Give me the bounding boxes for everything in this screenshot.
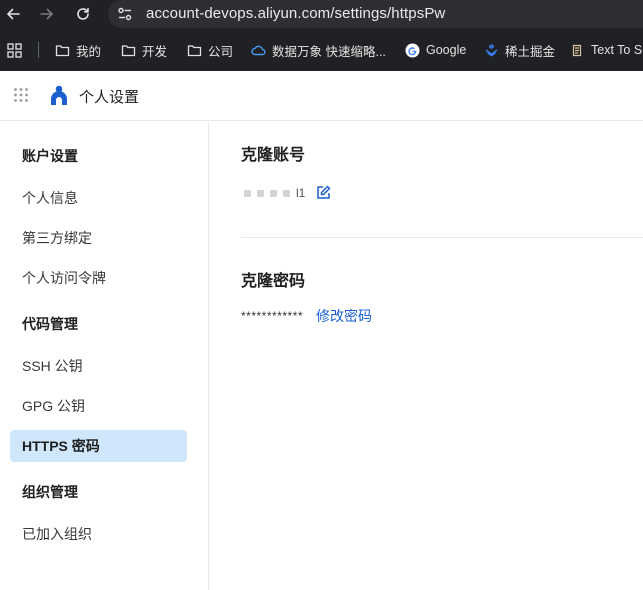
bookmark-label: Text To S (591, 43, 643, 57)
settings-sidebar: 账户设置 个人信息 第三方绑定 个人访问令牌 代码管理 SSH 公钥 GPG 公… (0, 122, 209, 590)
cloud-icon (251, 45, 266, 55)
redacted-char (270, 189, 277, 197)
sidebar-item-profile[interactable]: 个人信息 (10, 182, 187, 214)
bookmark-label: 我的 (76, 44, 102, 59)
redacted-char (244, 189, 251, 197)
sidebar-item-third-party-binding[interactable]: 第三方绑定 (10, 222, 187, 254)
sidebar-item-gpg-keys[interactable]: GPG 公钥 (10, 390, 187, 422)
sidebar-item-https-password[interactable]: HTTPS 密码 (10, 430, 187, 462)
sidebar-item-ssh-keys[interactable]: SSH 公钥 (10, 350, 187, 382)
clone-password-title: 克隆密码 (241, 273, 306, 290)
main-content: 克隆账号 l1 克隆密码 ************ 修改密码 (210, 122, 643, 590)
account-tail-text: l1 (296, 186, 306, 200)
bookmark-item[interactable]: Text To S (570, 38, 642, 62)
folder-icon (55, 44, 70, 56)
google-icon (405, 43, 420, 57)
app-header: 个人设置 (0, 71, 643, 121)
page-title: 个人设置 (79, 89, 140, 106)
bookmark-item[interactable]: 开发 (121, 38, 167, 62)
bookmarks-divider (38, 42, 39, 58)
arrow-right-icon (40, 8, 53, 20)
bookmark-label: 公司 (208, 44, 234, 59)
sidebar-group-organization: 组织管理 (22, 484, 78, 500)
redacted-char (257, 189, 264, 197)
folder-icon (187, 44, 202, 56)
bookmark-item[interactable]: 我的 (55, 38, 101, 62)
edit-icon[interactable] (316, 185, 331, 200)
sidebar-item-joined-orgs[interactable]: 已加入组织 (10, 518, 187, 550)
scroll-icon (572, 44, 582, 56)
bookmark-item[interactable]: 稀土掘金 (484, 38, 555, 62)
bookmark-label: 数据万象 快速缩略... (272, 44, 386, 59)
address-row: account-devops.aliyun.com/settings/https… (0, 0, 643, 28)
sidebar-group-code: 代码管理 (22, 316, 78, 332)
clone-account-value: l1 (244, 186, 305, 200)
clone-account-title: 克隆账号 (241, 147, 306, 164)
sidebar-item-access-tokens[interactable]: 个人访问令牌 (10, 262, 187, 294)
section-divider (241, 237, 643, 238)
bookmark-label: 开发 (142, 44, 168, 59)
user-settings-logo-icon (51, 85, 67, 105)
apps-grid-icon (7, 42, 22, 58)
bookmark-label: 稀土掘金 (505, 44, 556, 59)
back-button[interactable] (2, 3, 24, 25)
change-password-link[interactable]: 修改密码 (316, 306, 372, 326)
bookmarks-bar: 我的 开发 公司 数据万象 快速缩略... Google 稀土掘金 Text T… (0, 38, 643, 62)
bookmark-item[interactable]: 公司 (187, 38, 233, 62)
site-settings-icon[interactable] (116, 5, 134, 23)
juejin-icon (485, 43, 498, 56)
redacted-char (283, 189, 290, 197)
forward-button[interactable] (36, 3, 58, 25)
sidebar-group-account: 账户设置 (22, 148, 78, 164)
app-launcher-icon[interactable] (13, 87, 29, 103)
password-mask: ************ (241, 309, 304, 323)
reload-button[interactable] (72, 3, 94, 25)
bookmark-item[interactable]: 数据万象 快速缩略... (251, 38, 386, 62)
bookmark-label: Google (426, 43, 467, 57)
arrow-left-icon (7, 8, 20, 20)
apps-shortcut[interactable] (7, 38, 28, 62)
bookmark-item[interactable]: Google (405, 38, 466, 62)
url-text[interactable]: account-devops.aliyun.com/settings/https… (146, 5, 445, 22)
browser-toolbar: account-devops.aliyun.com/settings/https… (0, 0, 643, 71)
reload-icon (77, 7, 89, 20)
folder-icon (121, 44, 136, 56)
